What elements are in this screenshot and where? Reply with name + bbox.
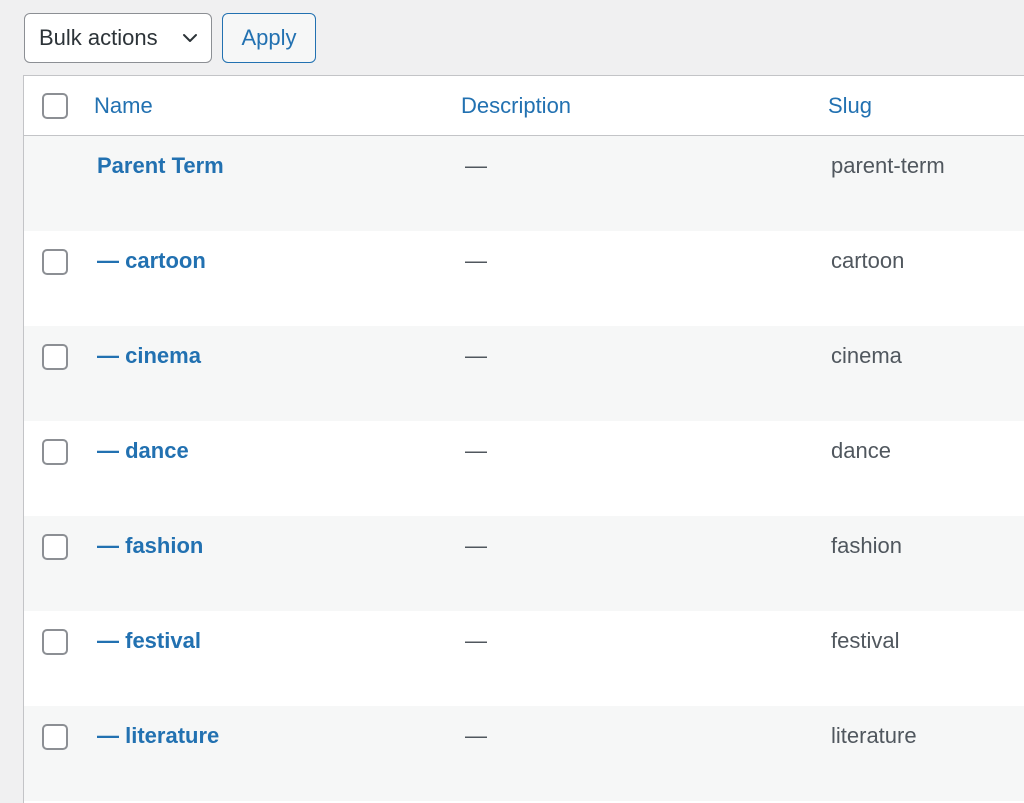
row-checkbox[interactable]	[42, 724, 68, 750]
table-row: — cartoon — cartoon	[24, 231, 1024, 326]
column-header-description[interactable]: Description	[461, 76, 571, 136]
term-description: —	[465, 153, 487, 178]
bulk-actions-label: Bulk actions	[39, 25, 158, 50]
row-checkbox-cell	[42, 439, 68, 465]
table-body: Parent Term — parent-term — cartoon — cartoon…	[24, 136, 1024, 801]
term-slug: parent-term	[831, 153, 945, 178]
term-name-link[interactable]: — fashion	[97, 532, 203, 560]
row-checkbox[interactable]	[42, 534, 68, 560]
table-header: Name Description Slug	[24, 76, 1024, 136]
row-checkbox-cell	[42, 249, 68, 275]
table-row: — literature — literature	[24, 706, 1024, 801]
row-checkbox[interactable]	[42, 249, 68, 275]
bulk-actions-select[interactable]: Bulk actions	[24, 13, 212, 63]
select-all-checkbox[interactable]	[42, 93, 68, 119]
term-name-link[interactable]: — literature	[97, 722, 219, 750]
row-checkbox[interactable]	[42, 439, 68, 465]
table-row: — cinema — cinema	[24, 326, 1024, 421]
apply-button[interactable]: Apply	[222, 13, 316, 63]
table-row: Parent Term — parent-term	[24, 136, 1024, 231]
bulk-actions-toolbar: Bulk actions Apply	[24, 13, 316, 63]
term-name-link[interactable]: — festival	[97, 627, 201, 655]
table-row: — fashion — fashion	[24, 516, 1024, 611]
term-name-link[interactable]: — dance	[97, 437, 189, 465]
row-checkbox-cell	[42, 534, 68, 560]
term-slug: dance	[831, 438, 891, 463]
row-checkbox[interactable]	[42, 344, 68, 370]
term-description: —	[465, 723, 487, 748]
term-description: —	[465, 628, 487, 653]
term-slug: festival	[831, 628, 900, 653]
column-header-name[interactable]: Name	[94, 76, 153, 136]
term-name-link[interactable]: — cinema	[97, 342, 201, 370]
term-name-link[interactable]: Parent Term	[97, 152, 224, 180]
term-description: —	[465, 438, 487, 463]
term-slug: literature	[831, 723, 917, 748]
term-description: —	[465, 343, 487, 368]
table-row: — dance — dance	[24, 421, 1024, 516]
table-row: — festival — festival	[24, 611, 1024, 706]
row-checkbox-cell	[42, 629, 68, 655]
term-description: —	[465, 533, 487, 558]
column-header-slug[interactable]: Slug	[828, 76, 872, 136]
terms-table: Name Description Slug Parent Term — parent…	[23, 75, 1024, 803]
term-slug: fashion	[831, 533, 902, 558]
row-checkbox-cell	[42, 344, 68, 370]
row-checkbox-cell	[42, 724, 68, 750]
chevron-down-icon	[183, 34, 197, 42]
term-description: —	[465, 248, 487, 273]
term-slug: cinema	[831, 343, 902, 368]
select-all-cell	[42, 76, 68, 136]
term-slug: cartoon	[831, 248, 905, 273]
row-checkbox[interactable]	[42, 629, 68, 655]
term-name-link[interactable]: — cartoon	[97, 247, 206, 275]
